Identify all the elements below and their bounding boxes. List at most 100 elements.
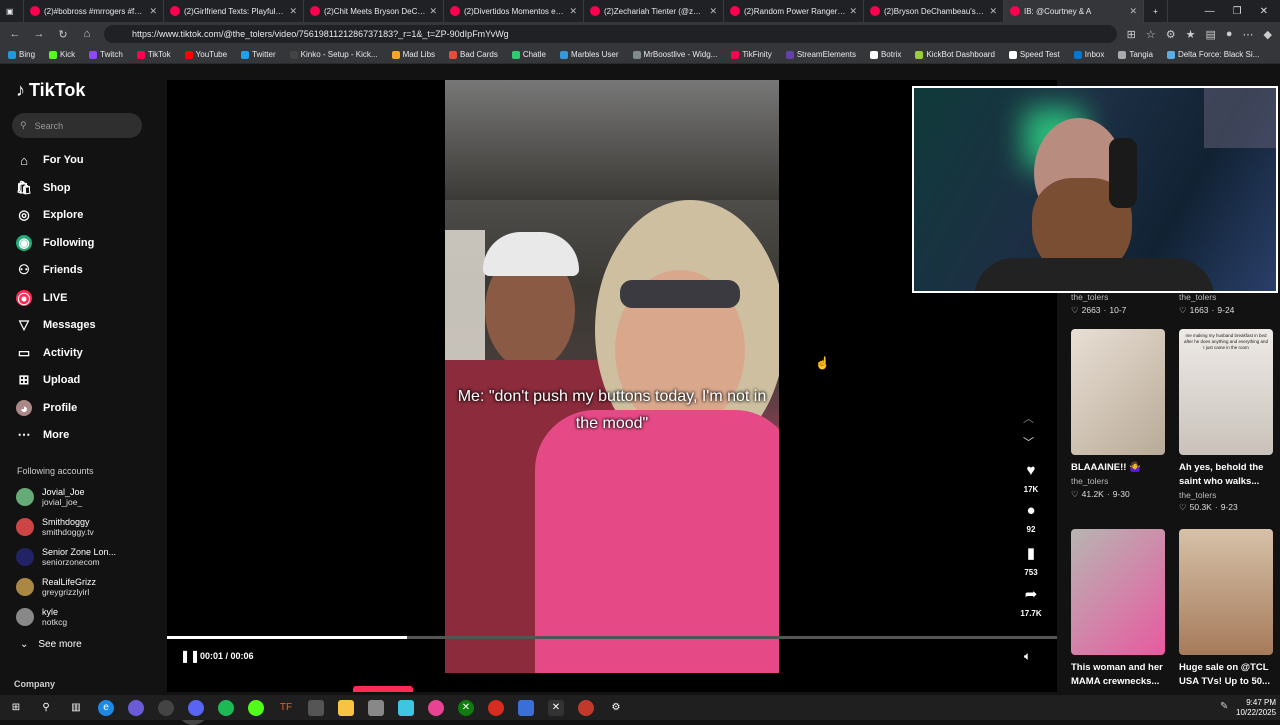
bookmark-item[interactable]: Botrix: [869, 50, 901, 59]
app-icon-bird[interactable]: [368, 699, 384, 716]
tab-actions-icon[interactable]: ▣: [0, 0, 24, 22]
chevron-up-icon[interactable]: ︿: [1023, 410, 1034, 426]
tab-close-icon[interactable]: ✕: [149, 6, 157, 17]
following-account-item[interactable]: Senior Zone Lon... seniorzonecom: [16, 544, 116, 570]
nav-item-activity[interactable]: ▭ Activity: [16, 343, 83, 363]
search-input[interactable]: ⚲ Search: [12, 113, 142, 138]
chevron-down-nav-icon[interactable]: ﹀: [1023, 434, 1034, 450]
app-icon-pink[interactable]: [428, 699, 444, 716]
bookmark-item[interactable]: Twitch: [89, 50, 123, 59]
bookmark-item[interactable]: Kinko - Setup - Kick...: [289, 50, 378, 59]
reload-icon[interactable]: ↻: [56, 28, 70, 41]
new-tab-button[interactable]: +: [1144, 0, 1168, 22]
browser-tab[interactable]: (2)#bobross #mrrogers #faceb ✕: [24, 0, 164, 22]
grid-video-thumbnail[interactable]: me making my husband breakfast in bed af…: [1179, 329, 1273, 455]
app-icon-tf[interactable]: TF: [278, 700, 294, 716]
nav-item-friends[interactable]: ⚇ Friends: [16, 260, 83, 280]
bookmark-item[interactable]: Chatle: [511, 50, 546, 59]
tab-close-icon[interactable]: ✕: [429, 6, 437, 17]
back-icon[interactable]: ←: [8, 28, 22, 40]
app-icon-blue-diamond[interactable]: [518, 699, 534, 716]
company-link[interactable]: Company: [14, 679, 55, 689]
volume-icon[interactable]: 🔈︎: [1024, 649, 1031, 664]
tab-close-icon[interactable]: ✕: [989, 6, 997, 17]
bookmark-item[interactable]: Marbles User: [559, 50, 619, 59]
bookmark-item[interactable]: MrBoostlive - Widg...: [632, 50, 717, 59]
nav-item-live[interactable]: ⦿ LIVE: [16, 288, 67, 308]
bookmark-item[interactable]: Kick: [49, 50, 75, 59]
bookmark-item[interactable]: Tangia: [1118, 50, 1153, 59]
maximize-icon[interactable]: ❐: [1233, 6, 1242, 17]
nav-item-shop[interactable]: 🛍︎ Shop: [16, 178, 71, 198]
taskbar-search-icon[interactable]: ⚲: [38, 700, 54, 716]
browser-tab[interactable]: IB: @Courtney & A ✕: [1004, 0, 1144, 22]
bookmark-item[interactable]: TikTok: [136, 50, 171, 59]
bookmark-item[interactable]: Speed Test: [1008, 50, 1060, 59]
grid-video-thumbnail[interactable]: [1071, 329, 1165, 455]
tab-close-icon[interactable]: ✕: [709, 6, 717, 17]
task-view-icon[interactable]: ▥: [68, 700, 84, 716]
follow-button[interactable]: [353, 686, 413, 692]
like-button[interactable]: ♥ 17K: [1018, 462, 1044, 497]
tray-pen-icon[interactable]: ✎: [1220, 701, 1228, 712]
copilot-icon[interactable]: ◆: [1264, 28, 1272, 41]
home-browser-icon[interactable]: ⌂: [80, 28, 94, 40]
close-window-icon[interactable]: ✕: [1260, 6, 1268, 17]
menu-icon[interactable]: ⋯: [1243, 28, 1254, 41]
windows-start-icon[interactable]: ⊞: [8, 700, 24, 716]
following-account-item[interactable]: kyle notkcg: [16, 604, 67, 630]
app-icon-green[interactable]: [248, 699, 264, 716]
taskbar-clock[interactable]: 9:47 PM 10/22/2025: [1236, 698, 1276, 718]
pause-icon[interactable]: ❚❚: [180, 649, 200, 663]
nav-item-explore[interactable]: ◎ Explore: [16, 205, 83, 225]
bookmark-item[interactable]: StreamElements: [785, 50, 856, 59]
video-frame[interactable]: [445, 80, 779, 673]
nav-item-following[interactable]: ◉ Following: [16, 233, 94, 253]
nav-item-profile[interactable]: ◕ Profile: [16, 398, 77, 418]
browser-tab[interactable]: (2)Random Power Rangers Mo ✕: [724, 0, 864, 22]
grid-video-thumbnail[interactable]: [1071, 529, 1165, 655]
favorites-icon[interactable]: ★: [1186, 28, 1196, 41]
grid-video-user[interactable]: the_tolers: [1179, 292, 1216, 302]
forward-icon[interactable]: →: [32, 28, 46, 40]
xbox-icon[interactable]: ✕: [458, 699, 474, 716]
following-account-item[interactable]: RealLifeGrizz greygrizzlyirl: [16, 574, 96, 600]
spotify-icon[interactable]: [218, 699, 234, 716]
following-account-item[interactable]: Smithdoggy smithdoggy.tv: [16, 514, 94, 540]
tiktok-logo[interactable]: ♪ TikTok: [16, 80, 85, 101]
tab-close-icon[interactable]: ✕: [569, 6, 577, 17]
edge-icon[interactable]: e: [98, 699, 114, 716]
app-icon-rec[interactable]: [578, 699, 594, 716]
nav-item-upload[interactable]: ⊞ Upload: [16, 370, 81, 390]
url-field[interactable]: https://www.tiktok.com/@the_tolers/video…: [104, 25, 1117, 43]
nav-item-for-you[interactable]: ⌂ For You: [16, 150, 83, 170]
bookmark-item[interactable]: Delta Force: Black Si...: [1166, 50, 1259, 59]
bookmark-item[interactable]: TikFinity: [731, 50, 772, 59]
bookmark-item[interactable]: Bing: [8, 50, 35, 59]
app-icon-obs[interactable]: [158, 699, 174, 716]
minimize-icon[interactable]: —: [1205, 6, 1215, 17]
grid-video-title[interactable]: This woman and her MAMA crewnecks...: [1071, 661, 1167, 689]
tab-close-icon[interactable]: ✕: [289, 6, 297, 17]
comment-button[interactable]: ● 92: [1018, 502, 1044, 537]
app-icon-red[interactable]: [488, 699, 504, 716]
grid-video-title[interactable]: Ah yes, behold the saint who walks...: [1179, 461, 1275, 489]
grid-video-user[interactable]: the_tolers: [1071, 292, 1108, 302]
bookmark-item[interactable]: Inbox: [1073, 50, 1104, 59]
browser-tab[interactable]: (2)Bryson DeChambeau's Une ✕: [864, 0, 1004, 22]
app-icon-teal[interactable]: [398, 699, 414, 716]
browser-tab[interactable]: (2)Zechariah Tienter (@zechar ✕: [584, 0, 724, 22]
save-button[interactable]: ▮ 753: [1018, 544, 1044, 580]
nav-item-messages[interactable]: ▽ Messages: [16, 315, 96, 335]
bookmark-star-icon[interactable]: ☆: [1146, 28, 1156, 41]
bookmark-item[interactable]: Mad Libs: [391, 50, 435, 59]
browser-tab[interactable]: (2)Divertidos Momentos en la ✕: [444, 0, 584, 22]
grid-video-thumbnail[interactable]: [1179, 529, 1273, 655]
bookmark-item[interactable]: YouTube: [184, 50, 227, 59]
nav-item-more[interactable]: ⋯ More: [16, 425, 70, 445]
app-icon-x[interactable]: ✕: [548, 699, 564, 716]
app-icon-purple[interactable]: [128, 699, 144, 716]
bookmark-item[interactable]: Bad Cards: [449, 50, 498, 59]
tab-close-icon[interactable]: ✕: [849, 6, 857, 17]
profile-avatar-icon[interactable]: ●: [1226, 28, 1233, 40]
